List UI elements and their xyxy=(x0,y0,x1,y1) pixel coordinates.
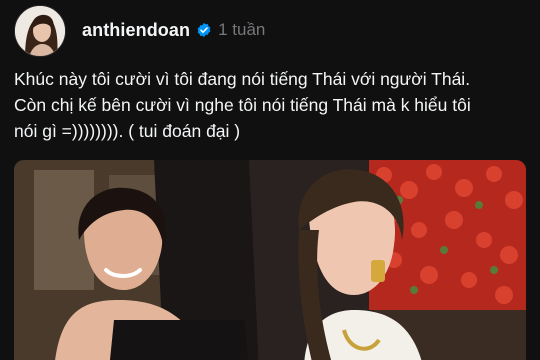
caption-line: Khúc này tôi cười vì tôi đang nói tiếng … xyxy=(14,69,471,89)
post-caption: Khúc này tôi cười vì tôi đang nói tiếng … xyxy=(14,66,528,144)
avatar[interactable] xyxy=(14,5,66,57)
verified-check-icon xyxy=(196,22,212,38)
post-header: anthiendoan 1 tuần xyxy=(82,17,265,43)
post-timestamp: 1 tuần xyxy=(218,20,266,39)
thread-post: anthiendoan 1 tuần Khúc này tôi cười vì … xyxy=(0,0,540,360)
caption-line: Còn chị kế bên cười vì nghe tôi nói tiến… xyxy=(14,95,471,115)
post-photo[interactable] xyxy=(14,160,526,360)
username[interactable]: anthiendoan xyxy=(82,20,190,41)
caption-line: nói gì =)))))))). ( tui đoán đại ) xyxy=(14,121,241,141)
